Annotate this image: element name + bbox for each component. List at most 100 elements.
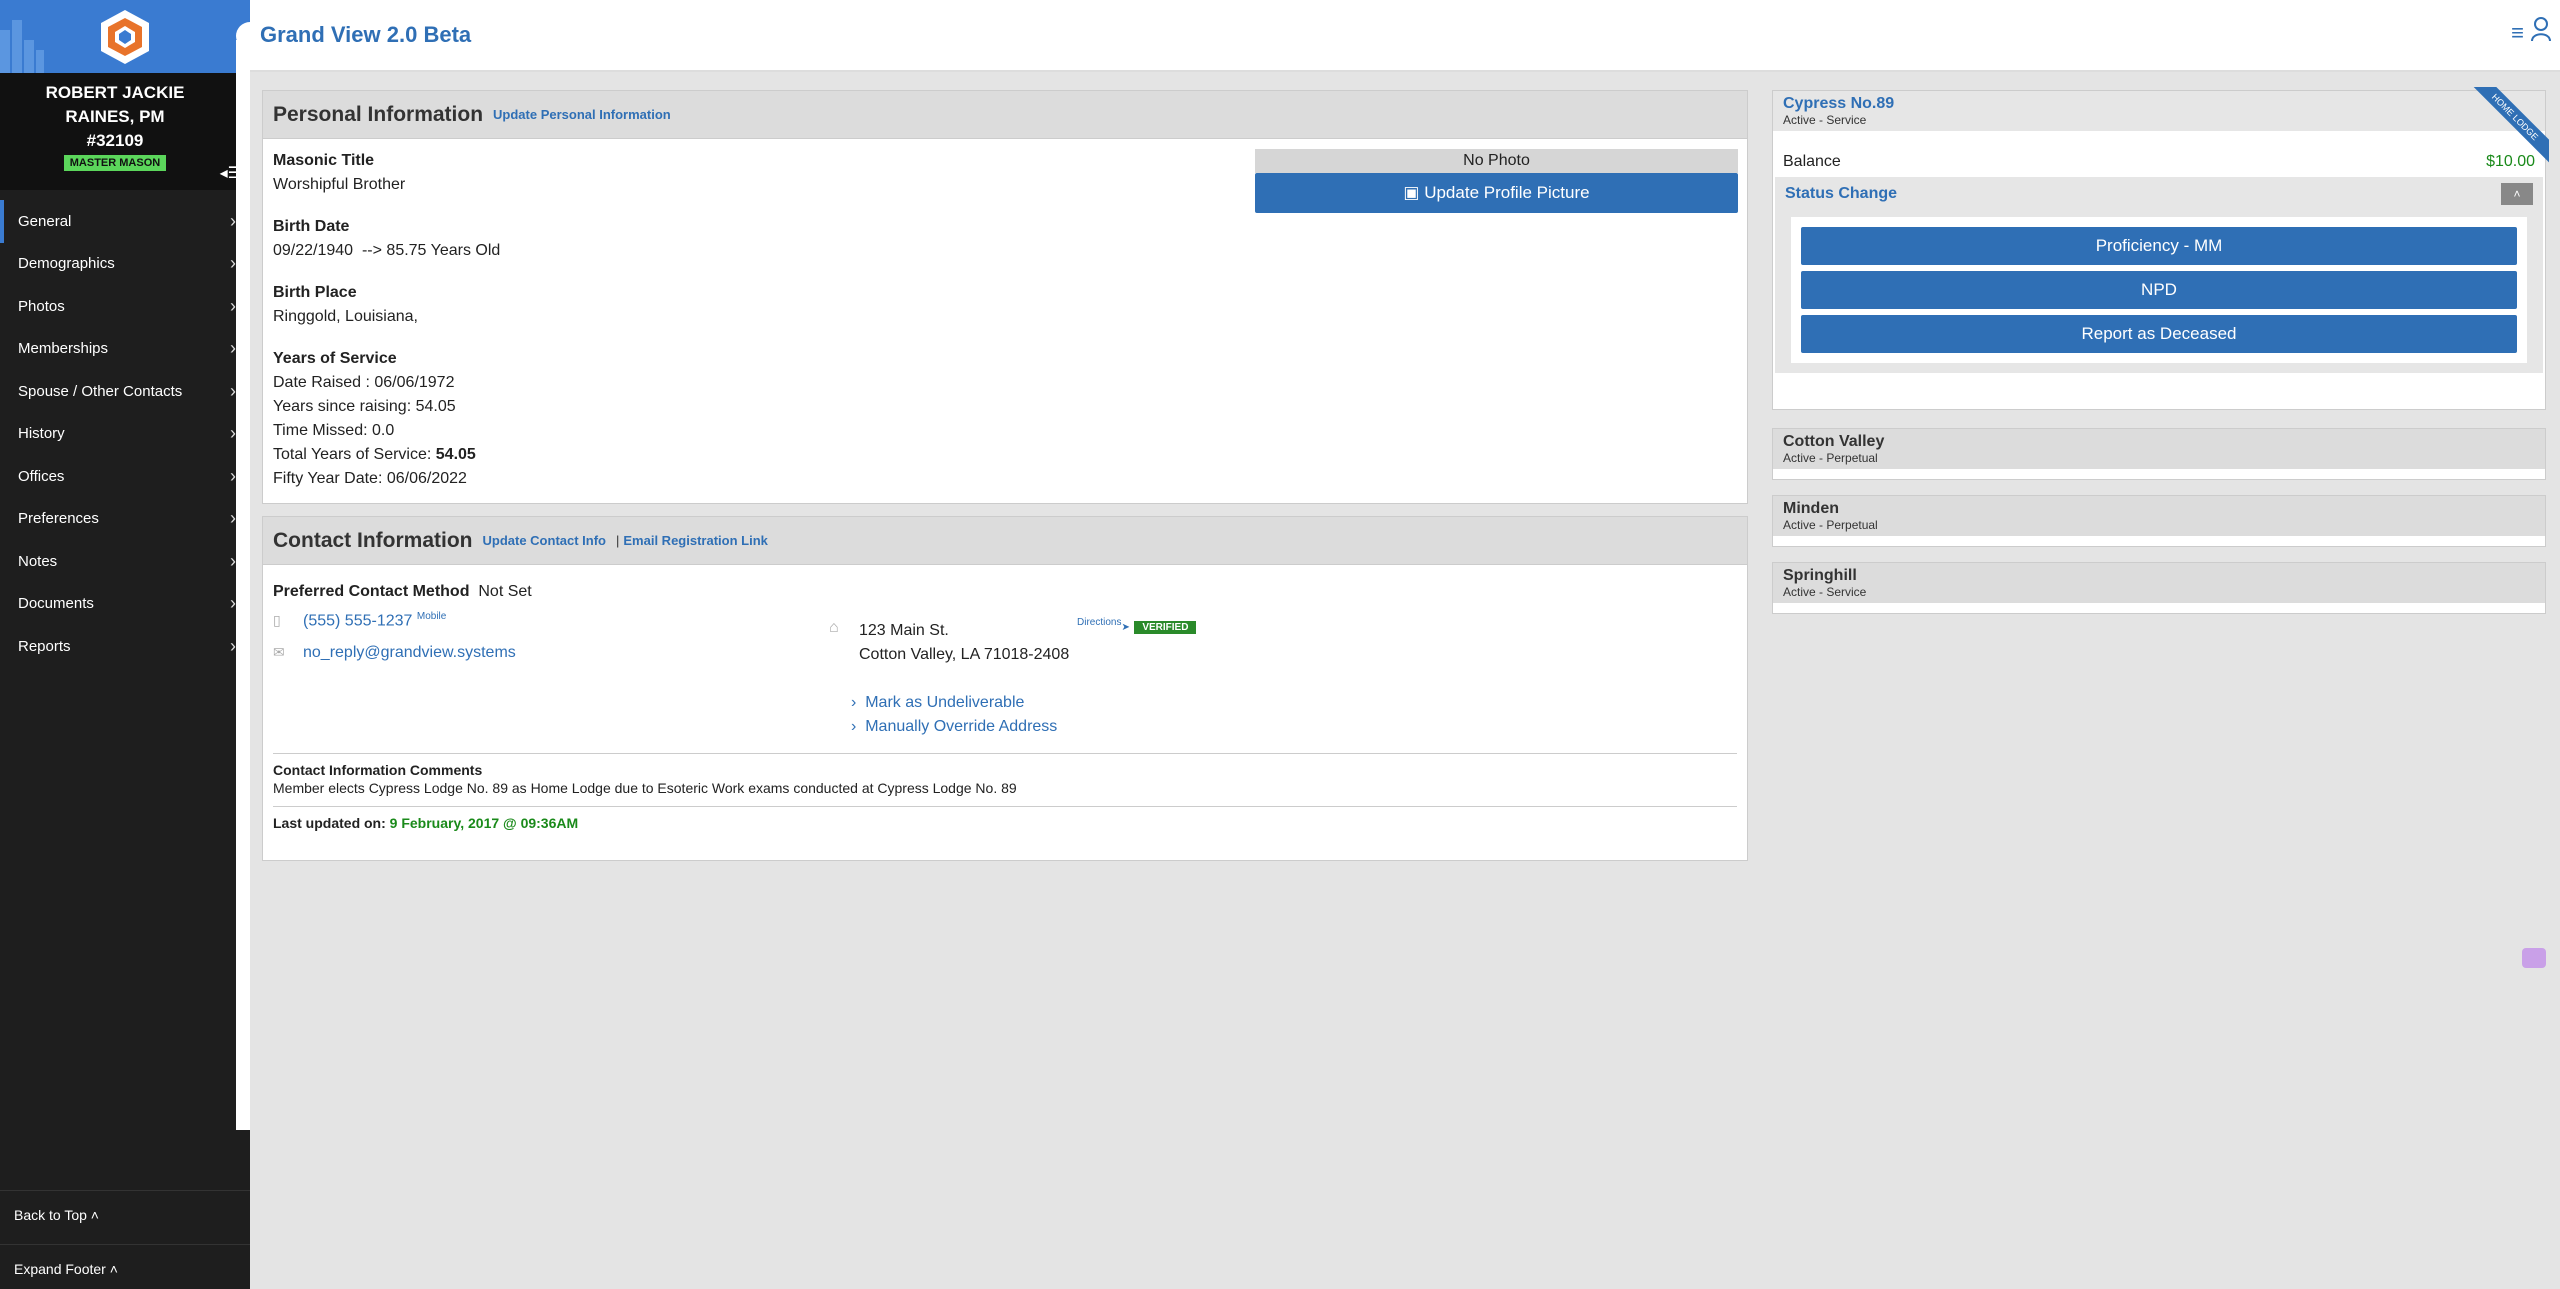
total-years-service: Total Years of Service: 54.05: [273, 446, 476, 463]
directions-link[interactable]: Directions: [1077, 617, 1121, 628]
lodge-name: Cotton Valley: [1783, 433, 1885, 450]
sidebar-item-spouse-contacts[interactable]: Spouse / Other Contacts ›: [0, 370, 250, 413]
time-missed: Time Missed: 0.0: [273, 422, 395, 439]
link-separator: |: [616, 533, 620, 548]
lodge-status: Active - Perpetual: [1783, 518, 1878, 532]
home-lodge-card: Cypress No.89 Active - Service HOME LODG…: [1772, 87, 2549, 410]
rank-badge: MASTER MASON: [63, 155, 167, 171]
app-title[interactable]: Grand View 2.0 Beta: [260, 22, 471, 48]
fifty-year-date: Fifty Year Date: 06/06/2022: [273, 470, 467, 487]
verified-badge: VERIFIED: [1134, 621, 1197, 634]
chevron-right-icon: ›: [851, 694, 866, 711]
sidebar-collapse-tab[interactable]: [236, 22, 258, 50]
balance-row: Balance $10.00: [1773, 153, 2545, 171]
comments-label: Contact Information Comments: [273, 762, 483, 778]
contact-info-title: Contact Information: [273, 528, 473, 552]
npd-button[interactable]: NPD: [1801, 271, 2517, 309]
sidebar-item-demographics[interactable]: Demographics ›: [0, 243, 250, 286]
comments-text: Member elects Cypress Lodge No. 89 as Ho…: [273, 780, 1017, 796]
email-registration-link[interactable]: Email Registration Link: [623, 533, 767, 548]
status-change-section: Status Change ˄ Proficiency - MM NPD Rep…: [1775, 177, 2543, 373]
top-header: Grand View 2.0 Beta ≡: [250, 0, 2560, 72]
phone-type: Mobile: [416, 611, 447, 622]
email-link[interactable]: no_reply@grandview.systems: [303, 644, 516, 661]
chat-widget-icon[interactable]: [2522, 948, 2546, 968]
divider: [273, 806, 1737, 807]
balance-label: Balance: [1783, 153, 1841, 170]
birth-date-label: Birth Date: [273, 218, 350, 235]
sidebar-item-documents[interactable]: Documents ›: [0, 583, 250, 626]
contact-info-header: Contact Information Update Contact Info …: [263, 517, 1747, 565]
lodge-card-springhill[interactable]: Springhill Active - Service: [1772, 562, 2546, 614]
sidebar-item-memberships[interactable]: Memberships ›: [0, 328, 250, 371]
birth-date-value: 09/22/1940 --> 85.75 Years Old: [273, 242, 501, 259]
user-name: ROBERT JACKIE RAINES, PM: [45, 83, 185, 126]
collapse-chevron-up-icon[interactable]: ˄: [2501, 183, 2533, 205]
home-lodge-header: Cypress No.89 Active - Service: [1773, 91, 2545, 131]
back-to-top-link[interactable]: Back to Top ˄: [0, 1190, 250, 1238]
personal-info-panel: Personal Information Update Personal Inf…: [262, 90, 1748, 504]
preferred-contact-row: Preferred Contact Method Not Set: [273, 583, 532, 600]
send-arrow-icon: ➤: [1121, 622, 1130, 633]
manual-override-link[interactable]: › Manually Override Address: [851, 715, 1069, 739]
personal-info-title: Personal Information: [273, 102, 484, 126]
envelope-icon: ✉: [273, 644, 285, 661]
contact-info-panel: Contact Information Update Contact Info …: [262, 516, 1748, 861]
chevron-right-icon: ›: [851, 718, 866, 735]
user-profile-card: ROBERT JACKIE RAINES, PM #32109 MASTER M…: [0, 73, 250, 190]
grandview-logo-icon[interactable]: [98, 8, 152, 66]
report-deceased-button[interactable]: Report as Deceased: [1801, 315, 2517, 353]
sidebar-item-preferences[interactable]: Preferences ›: [0, 498, 250, 541]
phone-icon: ▯: [273, 612, 281, 629]
divider: [273, 753, 1737, 754]
update-contact-info-link[interactable]: Update Contact Info: [483, 533, 607, 548]
status-change-title: Status Change: [1785, 185, 1898, 202]
sidebar-nav: General › Demographics › Photos › Membershi…: [0, 200, 250, 668]
proficiency-mm-button[interactable]: Proficiency - MM: [1801, 227, 2517, 265]
home-lodge-status: Active - Service: [1783, 113, 1867, 127]
member-number: #32109: [86, 131, 144, 150]
lodge-name: Minden: [1783, 500, 1839, 517]
phone-link[interactable]: (555) 555-1237: [303, 612, 412, 629]
skyline-graphic: [0, 20, 44, 73]
expand-footer-link[interactable]: Expand Footer ˄: [0, 1244, 250, 1289]
lodge-card-cotton-valley[interactable]: Cotton Valley Active - Perpetual: [1772, 428, 2546, 480]
lodge-card-minden[interactable]: Minden Active - Perpetual: [1772, 495, 2546, 547]
home-lodge-name[interactable]: Cypress No.89: [1783, 95, 2535, 113]
contact-info-body: Preferred Contact Method Not Set ▯ (555) …: [263, 565, 1747, 861]
chevron-up-icon: ˄: [109, 1260, 118, 1277]
mark-undeliverable-link[interactable]: › Mark as Undeliverable: [851, 691, 1069, 715]
birth-place-label: Birth Place: [273, 284, 357, 301]
no-photo-placeholder: No Photo: [1255, 149, 1738, 173]
home-lodge-ribbon: HOME LODGE: [2459, 87, 2549, 177]
lodge-name: Springhill: [1783, 567, 1857, 584]
address-block: ⌂ 123 Main St. Cotton Valley, LA 71018-2…: [829, 617, 1197, 739]
sidebar-item-photos[interactable]: Photos ›: [0, 285, 250, 328]
date-raised: Date Raised : 06/06/1972: [273, 374, 455, 391]
sidebar-item-history[interactable]: History ›: [0, 413, 250, 456]
sidebar-item-offices[interactable]: Offices ›: [0, 455, 250, 498]
years-since-raising: Years since raising: 54.05: [273, 398, 456, 415]
profile-photo-box: No Photo ▣ Update Profile Picture: [1255, 149, 1738, 213]
sidebar-item-notes[interactable]: Notes ›: [0, 540, 250, 583]
last-updated: Last updated on: 9 February, 2017 @ 09:3…: [273, 815, 579, 831]
home-icon: ⌂: [829, 619, 839, 636]
sidebar-edge: [236, 40, 250, 1130]
camera-icon: ▣: [1403, 183, 1420, 202]
personal-info-header: Personal Information Update Personal Inf…: [263, 91, 1747, 139]
update-profile-picture-button[interactable]: ▣ Update Profile Picture: [1255, 173, 1738, 213]
lodge-status: Active - Service: [1783, 585, 1867, 599]
address-line-2: Cotton Valley, LA 71018-2408: [859, 646, 1070, 663]
sidebar-item-general[interactable]: General ›: [0, 200, 250, 243]
update-personal-info-link[interactable]: Update Personal Information: [493, 107, 671, 122]
years-of-service-label: Years of Service: [273, 350, 397, 367]
sidebar-item-reports[interactable]: Reports ›: [0, 625, 250, 668]
menu-icon[interactable]: ≡: [2511, 20, 2524, 46]
status-change-buttons: Proficiency - MM NPD Report as Deceased: [1791, 217, 2527, 363]
user-account-icon[interactable]: [2530, 16, 2552, 42]
chevron-up-icon: ˄: [90, 1206, 99, 1223]
address-line-1: 123 Main St.: [859, 622, 949, 639]
sidebar: ROBERT JACKIE RAINES, PM #32109 MASTER M…: [0, 0, 250, 1289]
personal-info-body: Masonic Title Worshipful Brother Birth Da…: [263, 139, 1747, 519]
preferred-contact-value: Not Set: [478, 583, 532, 600]
